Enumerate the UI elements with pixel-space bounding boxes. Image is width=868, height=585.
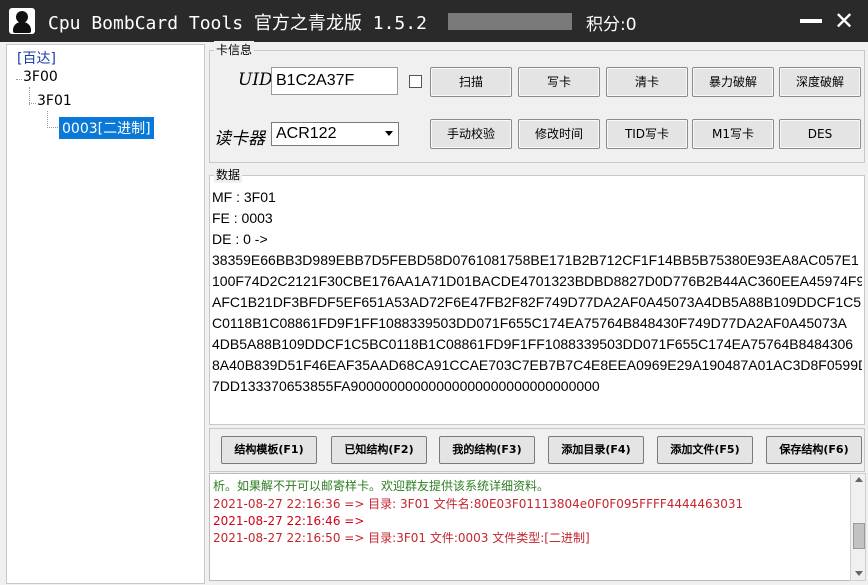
card-info-title: 卡信息 (214, 41, 255, 58)
write-card-button[interactable]: 写卡 (518, 67, 600, 97)
log-line: 析。如果解不开可以邮寄样卡。欢迎群友提供该系统详细资料。 (213, 479, 550, 493)
log-line: 2021-08-27 22:16:46 => (213, 514, 365, 528)
data-line: 100F74D2C2121F30CBE176AA1A71D01BACDE4701… (212, 273, 862, 289)
save-structure-button[interactable]: 保存结构(F6) (766, 436, 862, 464)
tree-connector (47, 111, 48, 128)
reader-select[interactable]: ACR122 (271, 122, 399, 146)
points-label: 积分:0 (586, 15, 637, 35)
log-line: 2021-08-27 22:16:50 => 目录:3F01 文件:0003 文… (213, 531, 590, 545)
app-window: Cpu BombCard Tools 官方之青龙版 1.5.2 积分:0 ✕ [… (0, 0, 868, 585)
manual-verify-button[interactable]: 手动校验 (430, 119, 512, 149)
redacted-area (448, 13, 572, 30)
tree-node-3f01[interactable]: 3F01 (37, 93, 72, 109)
data-line: MF : 3F01 (212, 189, 276, 205)
close-icon[interactable]: ✕ (832, 7, 856, 35)
tree-connector (29, 103, 36, 104)
data-line: 4DB5A88B109DDCF1C5BC0118B1C08861FD9F1FF1… (212, 336, 854, 352)
tree-node-root[interactable]: [百达] (17, 48, 56, 68)
known-structure-button[interactable]: 已知结构(F2) (331, 436, 427, 464)
scroll-down-icon[interactable] (855, 571, 863, 576)
window-title: Cpu BombCard Tools 官方之青龙版 1.5.2 (48, 13, 427, 34)
scroll-up-icon[interactable] (855, 477, 863, 482)
log-scrollbar[interactable] (850, 473, 866, 581)
minimize-icon[interactable] (798, 11, 824, 31)
log-line: 2021-08-27 22:16:36 => 目录: 3F01 文件名:80E0… (213, 497, 744, 511)
data-line: C0118B1C08861FD9F1FF1088339503DD071F655C… (212, 315, 847, 331)
data-line: FE : 0003 (212, 210, 273, 226)
scroll-thumb[interactable] (853, 523, 865, 549)
file-tree[interactable]: [百达] 3F00 3F01 0003[二进制] (6, 44, 205, 584)
tree-connector (16, 79, 22, 80)
reader-select-value: ACR122 (276, 125, 337, 142)
clear-card-button[interactable]: 清卡 (606, 67, 688, 97)
deep-crack-button[interactable]: 深度破解 (779, 67, 861, 97)
des-button[interactable]: DES (779, 119, 861, 149)
log-area[interactable]: 析。如果解不开可以邮寄样卡。欢迎群友提供该系统详细资料。 2021-08-27 … (209, 473, 851, 581)
tree-connector (47, 127, 58, 128)
data-group-title: 数据 (214, 166, 243, 183)
my-structure-button[interactable]: 我的结构(F3) (439, 436, 535, 464)
m1-write-button[interactable]: M1写卡 (692, 119, 774, 149)
uid-input[interactable] (271, 67, 398, 95)
app-logo-icon (9, 8, 35, 34)
data-line: AFC1B21DF3BFDF5EF651A53AD72F6E47FB2F82F7… (212, 294, 862, 310)
data-line: 8A40B839D51F46EAF35AAD68CA91CCAE703C7EB7… (212, 357, 862, 373)
data-line: 38359E66BB3D989EBB7D5FEBD58D0761081758BE… (212, 252, 859, 268)
reader-label: 读卡器 (214, 129, 265, 149)
tree-node-3f00[interactable]: 3F00 (23, 69, 58, 85)
data-text-area[interactable]: MF : 3F01 FE : 0003 DE : 0 -> 38359E66BB… (212, 187, 862, 419)
chevron-down-icon (385, 131, 393, 136)
uid-checkbox[interactable] (409, 75, 422, 88)
brute-force-button[interactable]: 暴力破解 (692, 67, 774, 97)
tid-write-button[interactable]: TID写卡 (606, 119, 688, 149)
data-line: 7DD133370653855FA90000000000000000000000… (212, 378, 600, 394)
uid-label: UID (238, 70, 273, 90)
structure-template-button[interactable]: 结构模板(F1) (221, 436, 317, 464)
data-line: DE : 0 -> (212, 231, 268, 247)
add-directory-button[interactable]: 添加目录(F4) (548, 436, 644, 464)
title-bar: Cpu BombCard Tools 官方之青龙版 1.5.2 积分:0 ✕ (0, 0, 868, 42)
modify-time-button[interactable]: 修改时间 (518, 119, 600, 149)
tree-node-0003[interactable]: 0003[二进制] (59, 117, 154, 139)
scan-button[interactable]: 扫描 (430, 67, 512, 97)
add-file-button[interactable]: 添加文件(F5) (657, 436, 753, 464)
